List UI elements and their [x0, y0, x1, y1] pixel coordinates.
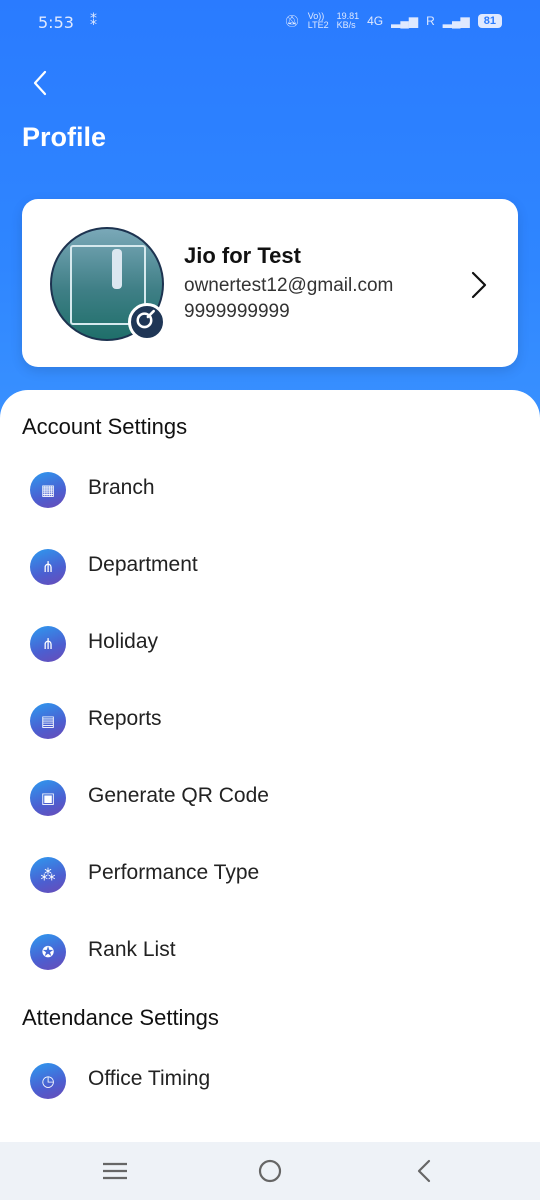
qr-code-icon: ▣ — [30, 780, 66, 816]
status-time: 5:53 — [38, 13, 74, 32]
menu-item-department[interactable]: ⋔ Department — [0, 533, 540, 603]
profile-card[interactable]: Jio for Test ownertest12@gmail.com 99999… — [22, 199, 518, 367]
menu-item-generate-qr[interactable]: ▣ Generate QR Code — [0, 764, 540, 834]
profile-name: Jio for Test — [184, 243, 301, 268]
menu-item-rank-list[interactable]: ✪ Rank List — [0, 918, 540, 988]
system-nav-bar — [0, 1142, 540, 1200]
attendance-settings-heading: Attendance Settings — [22, 1005, 219, 1030]
org-chart-icon: ⋔ — [30, 549, 66, 585]
menu-item-performance-type[interactable]: ⁂ Performance Type — [0, 841, 540, 911]
profile-email: ownertest12@gmail.com — [184, 275, 394, 296]
menu-item-reports[interactable]: ▤ Reports — [0, 687, 540, 757]
chevron-right-icon[interactable] — [467, 269, 491, 301]
org-chart-icon: ⋔ — [30, 626, 66, 662]
account-settings-heading: Account Settings — [22, 414, 188, 439]
status-right: 🔕︎ Vo)) LTE2 19.81 KB/s 4G ▂▄▆ R ▂▄▆ 81 — [285, 12, 502, 30]
volte-indicator: Vo)) LTE2 — [307, 11, 329, 30]
pencil-icon — [136, 309, 155, 329]
page-title: Profile — [22, 122, 107, 152]
menu-item-holiday[interactable]: ⋔ Holiday — [0, 610, 540, 680]
building-icon: ▦ — [30, 472, 66, 508]
signal-icon: ▂▄▆ — [391, 14, 419, 28]
clock-icon: ◷ — [30, 1063, 66, 1099]
battery-indicator: 81 — [477, 14, 502, 28]
menu-icon[interactable] — [100, 1156, 130, 1186]
edit-photo-button[interactable] — [128, 303, 166, 341]
back-arrow-icon[interactable] — [28, 68, 54, 98]
report-icon: ▤ — [30, 703, 66, 739]
network-speed: 19.81 KB/s — [336, 11, 360, 30]
menu-item-office-timing[interactable]: ◷ Office Timing — [0, 1047, 540, 1117]
team-icon: ⁂ — [30, 857, 66, 893]
signal-icon-2: ▂▄▆ — [442, 14, 470, 28]
medal-icon: ✪ — [30, 934, 66, 970]
profile-phone: 9999999999 — [184, 301, 290, 322]
data-saver-icon: ⁑ — [90, 12, 97, 28]
roaming-indicator: R — [426, 14, 435, 28]
status-bar: 5:53 ⁑ 🔕︎ Vo)) LTE2 19.81 KB/s 4G ▂▄▆ R … — [0, 0, 540, 44]
mute-icon: 🔕︎ — [284, 14, 300, 28]
settings-sheet: Account Settings ▦ Branch ⋔ Department ⋔… — [0, 390, 540, 1150]
home-icon[interactable] — [255, 1156, 285, 1186]
menu-item-branch[interactable]: ▦ Branch — [0, 456, 540, 526]
network-type: 4G — [367, 14, 384, 28]
back-icon[interactable] — [410, 1156, 440, 1186]
